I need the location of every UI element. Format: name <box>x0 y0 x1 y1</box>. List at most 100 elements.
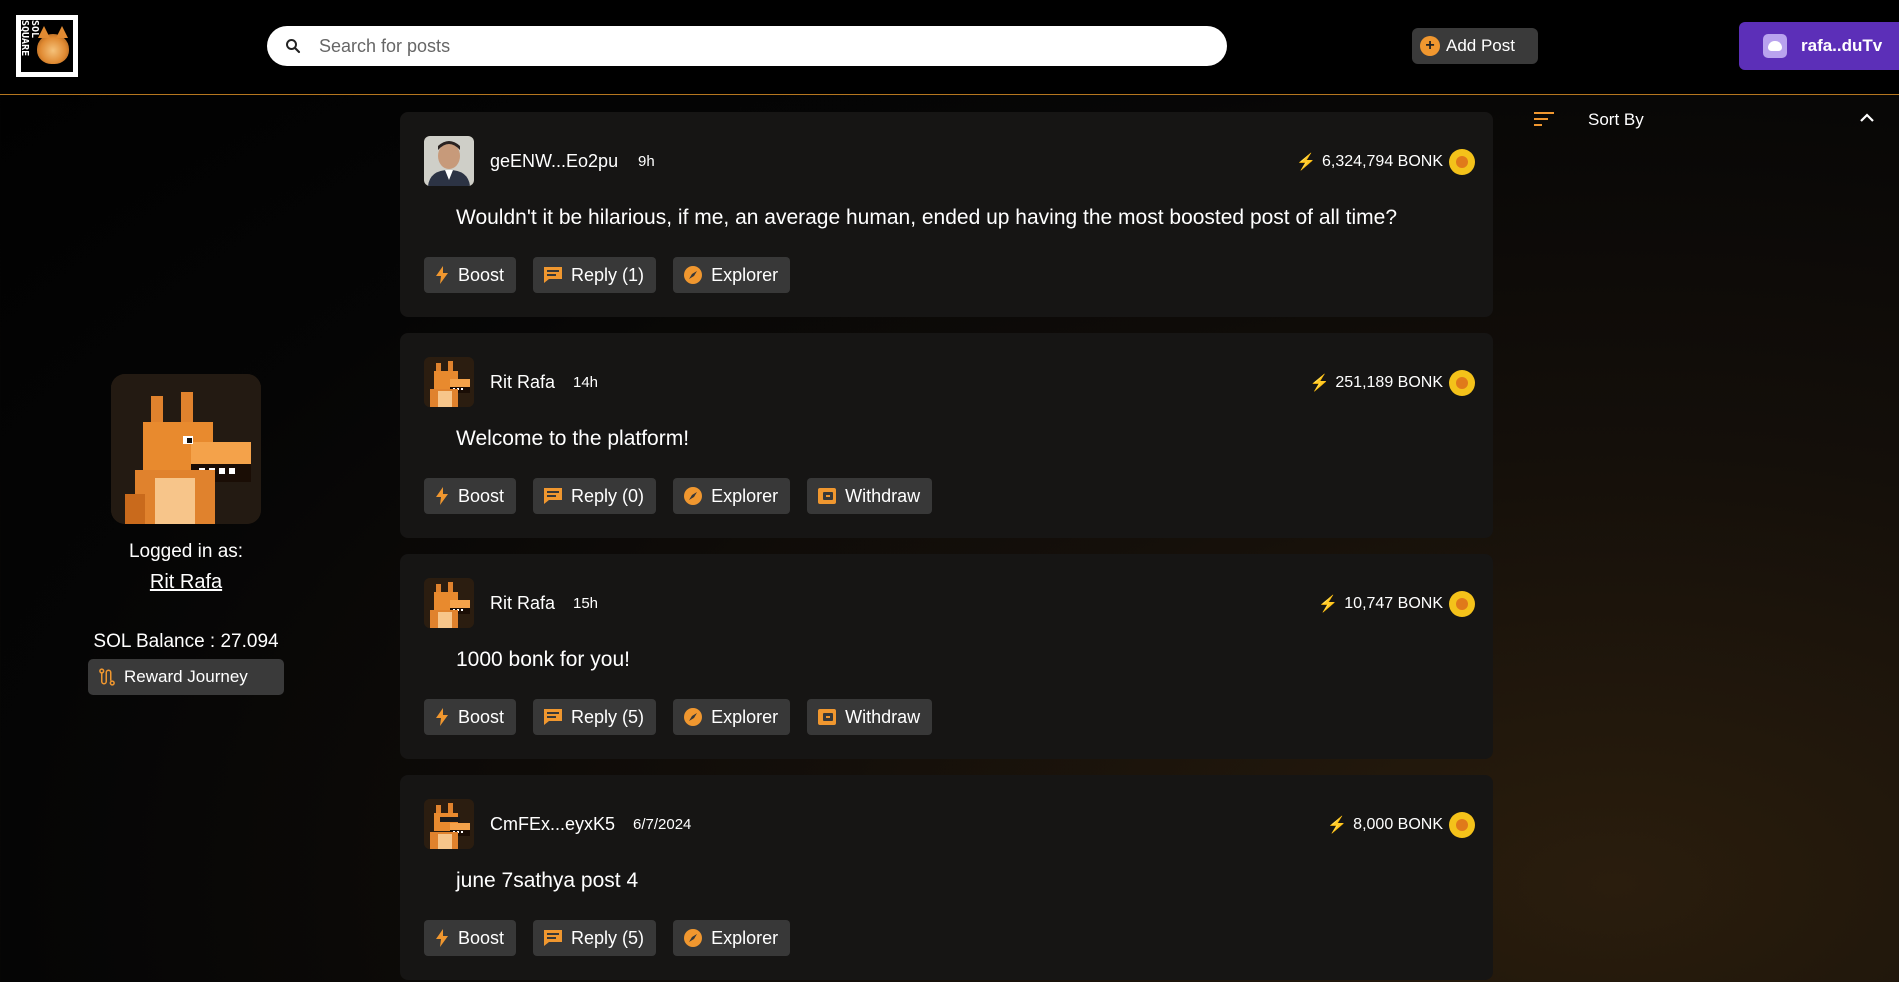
wallet-button[interactable]: rafa..duTv <box>1739 22 1899 70</box>
logged-in-label: Logged in as: <box>128 541 244 562</box>
bolt-icon <box>436 929 448 947</box>
sol-square-logo[interactable]: SOL SQUARE <box>16 15 78 77</box>
post-author[interactable]: geENW...Eo2pu <box>490 151 618 172</box>
boost-label: Boost <box>458 927 505 948</box>
comment-icon <box>544 709 563 725</box>
boost-label: Boost <box>458 706 505 727</box>
comment-icon <box>544 267 563 283</box>
post-body: 1000 bonk for you! <box>456 648 630 671</box>
boost-button[interactable]: Boost <box>424 920 517 956</box>
post-card: Rit Rafa 14h ⚡ 251,189 BONK Welcome to t… <box>400 333 1493 538</box>
post-card: CmFEx...eyxK5 6/7/2024 ⚡ 8,000 BONK june… <box>400 775 1493 980</box>
post-body: june 7sathya post 4 <box>456 869 639 892</box>
boost-button[interactable]: Boost <box>424 699 517 735</box>
bonk-amount: 8,000 BONK <box>1353 816 1443 833</box>
bolt-icon: ⚡ <box>1327 817 1348 834</box>
profile-avatar <box>111 374 261 524</box>
post-actions: Boost Reply (1) Explorer <box>424 257 791 293</box>
explorer-label: Explorer <box>711 927 779 948</box>
post-bonk-total: ⚡ 251,189 BONK <box>1309 373 1443 393</box>
withdraw-label: Withdraw <box>845 485 921 506</box>
explorer-button[interactable]: Explorer <box>673 699 791 735</box>
bolt-icon <box>436 487 448 505</box>
post-feed: geENW...Eo2pu 9h ⚡ 6,324,794 BONK Wouldn… <box>400 112 1493 982</box>
bonk-amount: 251,189 BONK <box>1335 374 1443 391</box>
bolt-icon: ⚡ <box>1309 375 1330 392</box>
bonk-amount: 6,324,794 BONK <box>1322 153 1443 170</box>
post-actions: Boost Reply (5) Explorer Withdraw <box>424 699 933 735</box>
bonk-coin-icon <box>1449 591 1475 617</box>
compass-icon <box>684 929 703 947</box>
explorer-label: Explorer <box>711 485 779 506</box>
withdraw-button[interactable]: Withdraw <box>807 699 933 735</box>
reply-button[interactable]: Reply (1) <box>533 257 657 293</box>
post-author[interactable]: Rit Rafa <box>490 593 555 614</box>
explorer-button[interactable]: Explorer <box>673 920 791 956</box>
explorer-button[interactable]: Explorer <box>673 478 791 514</box>
boost-button[interactable]: Boost <box>424 257 517 293</box>
post-bonk-total: ⚡ 8,000 BONK <box>1327 815 1443 835</box>
compass-icon <box>684 708 703 726</box>
post-time: 15h <box>573 595 599 612</box>
chevron-up-icon[interactable] <box>1860 113 1874 123</box>
post-card: geENW...Eo2pu 9h ⚡ 6,324,794 BONK Wouldn… <box>400 112 1493 317</box>
wallet-address: rafa..duTv <box>1801 36 1883 55</box>
boost-label: Boost <box>458 264 505 285</box>
search-input[interactable] <box>319 32 1199 60</box>
comment-icon <box>544 930 563 946</box>
logo-text: SOL SQUARE <box>19 20 40 57</box>
pixel-fox-avatar-icon <box>424 578 474 628</box>
post-card: Rit Rafa 15h ⚡ 10,747 BONK 1000 bonk for… <box>400 554 1493 759</box>
bolt-icon: ⚡ <box>1296 154 1317 171</box>
author-avatar[interactable] <box>424 357 474 407</box>
boost-button[interactable]: Boost <box>424 478 517 514</box>
wallet-icon <box>818 488 837 504</box>
post-bonk-total: ⚡ 6,324,794 BONK <box>1296 152 1443 172</box>
reply-label: Reply (0) <box>571 485 645 506</box>
reply-button[interactable]: Reply (5) <box>533 699 657 735</box>
reply-button[interactable]: Reply (5) <box>533 920 657 956</box>
reward-journey-button[interactable]: Reward Journey <box>88 659 284 695</box>
author-avatar[interactable] <box>424 578 474 628</box>
add-post-button[interactable]: + Add Post <box>1412 28 1538 64</box>
compass-icon <box>684 487 703 505</box>
post-author[interactable]: CmFEx...eyxK5 <box>490 814 615 835</box>
explorer-label: Explorer <box>711 706 779 727</box>
wallet-icon <box>818 709 837 725</box>
post-bonk-total: ⚡ 10,747 BONK <box>1318 594 1443 614</box>
search-bar[interactable] <box>267 26 1227 66</box>
sort-by-label[interactable]: Sort By <box>1588 110 1644 130</box>
comment-icon <box>544 488 563 504</box>
phantom-wallet-icon <box>1763 34 1787 58</box>
pixel-fox-avatar-icon <box>111 374 261 524</box>
reply-label: Reply (1) <box>571 264 645 285</box>
post-time: 14h <box>573 374 599 391</box>
plus-circle-icon: + <box>1420 36 1440 56</box>
reply-button[interactable]: Reply (0) <box>533 478 657 514</box>
reply-label: Reply (5) <box>571 706 645 727</box>
pixel-fox-avatar-icon <box>424 357 474 407</box>
withdraw-button[interactable]: Withdraw <box>807 478 933 514</box>
bonk-coin-icon <box>1449 149 1475 175</box>
bolt-icon: ⚡ <box>1318 596 1339 613</box>
sol-balance: SOL Balance : 27.094 <box>93 631 279 652</box>
bonk-amount: 10,747 BONK <box>1344 595 1443 612</box>
post-actions: Boost Reply (5) Explorer <box>424 920 791 956</box>
compass-icon <box>684 266 703 284</box>
sort-icon[interactable] <box>1534 111 1556 127</box>
bonk-coin-icon <box>1449 370 1475 396</box>
post-body: Welcome to the platform! <box>456 427 690 450</box>
cat-logo-icon <box>37 26 69 64</box>
add-post-label: Add Post <box>1446 36 1515 55</box>
author-avatar[interactable] <box>424 799 474 849</box>
post-author[interactable]: Rit Rafa <box>490 372 555 393</box>
explorer-label: Explorer <box>711 264 779 285</box>
bolt-icon <box>436 708 448 726</box>
explorer-button[interactable]: Explorer <box>673 257 791 293</box>
bolt-icon <box>436 266 448 284</box>
post-body: Wouldn't it be hilarious, if me, an aver… <box>456 206 1398 229</box>
logged-in-username-link[interactable]: Rit Rafa <box>100 571 272 594</box>
reply-label: Reply (5) <box>571 927 645 948</box>
author-avatar[interactable] <box>424 136 474 186</box>
post-time: 6/7/2024 <box>633 816 692 833</box>
